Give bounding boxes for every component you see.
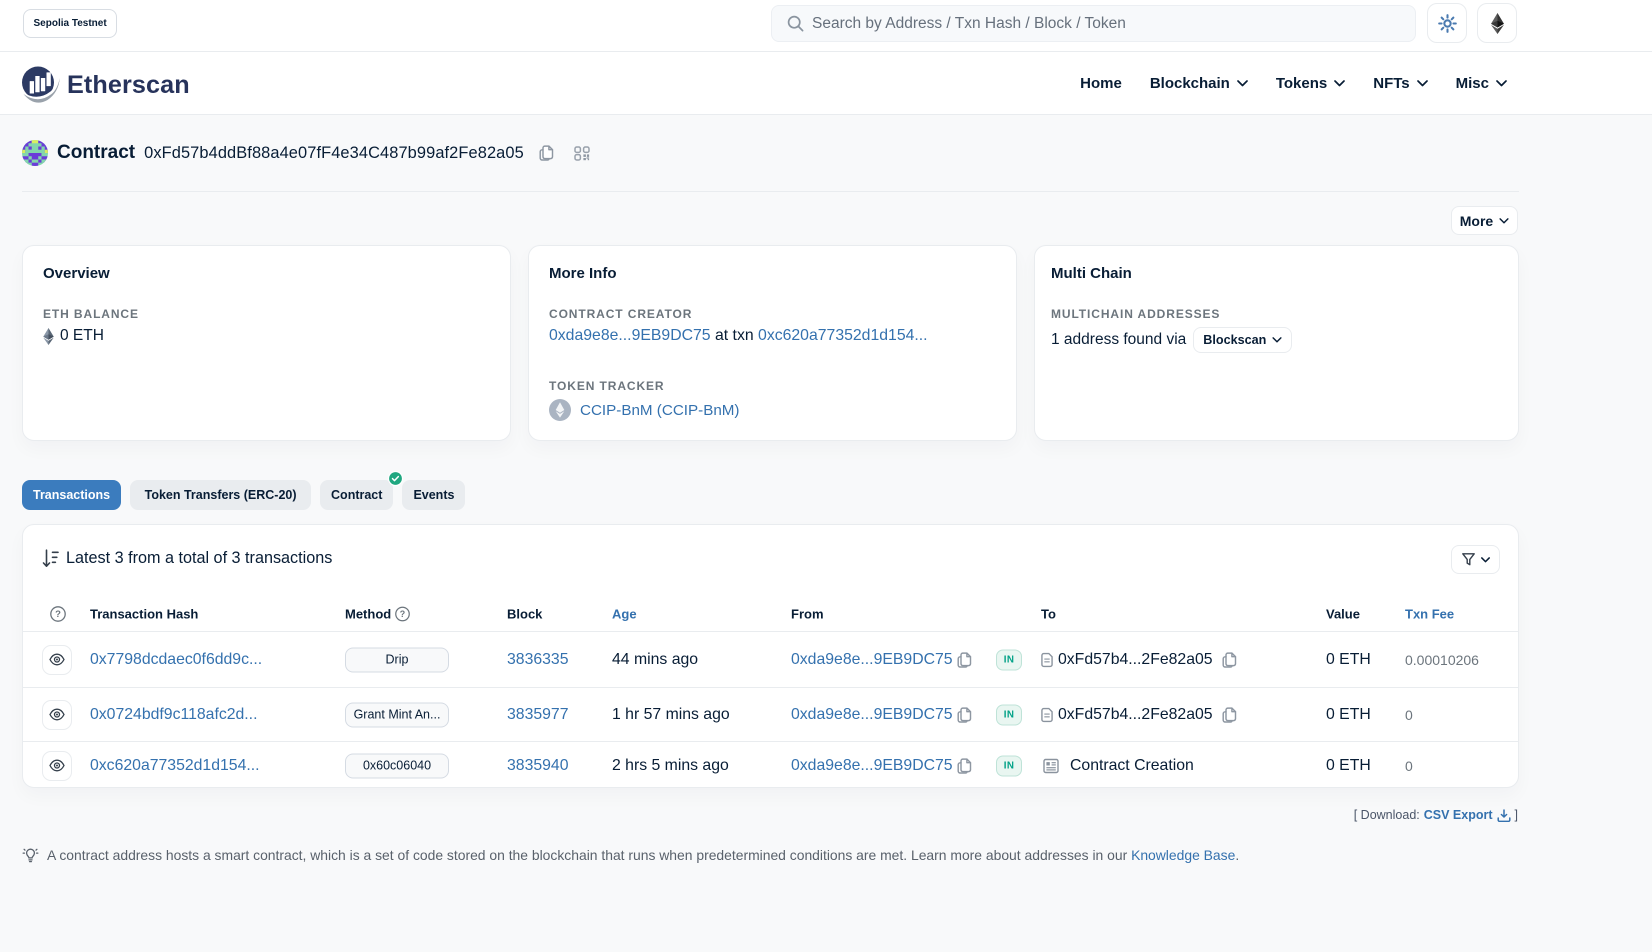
svg-text:?: ?: [55, 609, 61, 620]
svg-text:?: ?: [400, 609, 405, 619]
